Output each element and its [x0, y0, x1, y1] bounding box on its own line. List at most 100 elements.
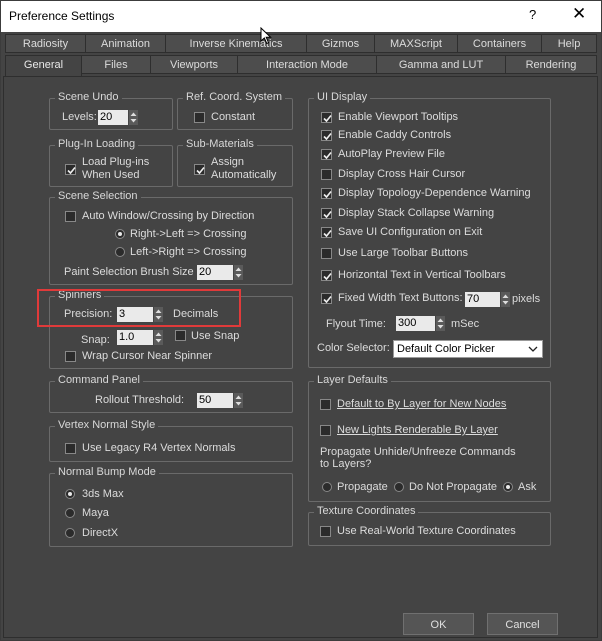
- close-button[interactable]: ✕: [572, 4, 586, 24]
- bump-3dsmax-radio[interactable]: [65, 489, 75, 499]
- ui-display-checkbox-8[interactable]: [321, 270, 332, 281]
- assign-label-2: Automatically: [211, 169, 277, 181]
- bump-directx-radio[interactable]: [65, 528, 75, 538]
- precision-field[interactable]: 3: [117, 307, 153, 322]
- tab-help[interactable]: Help: [541, 34, 597, 53]
- tab-radiosity[interactable]: Radiosity: [5, 34, 86, 53]
- ui-display-checkbox-1[interactable]: [321, 130, 332, 141]
- help-button[interactable]: ?: [529, 7, 536, 22]
- tab-animation[interactable]: Animation: [85, 34, 166, 53]
- ask-radio[interactable]: [503, 482, 513, 492]
- layer-defaults-title: Layer Defaults: [314, 374, 391, 386]
- fixed-width-field[interactable]: 70: [465, 292, 500, 307]
- flyout-time-field[interactable]: 300: [396, 316, 435, 331]
- msec-label: mSec: [451, 318, 480, 330]
- tab-interaction-mode[interactable]: Interaction Mode: [237, 55, 377, 74]
- normal-bump-title: Normal Bump Mode: [55, 466, 159, 478]
- tab-viewports[interactable]: Viewports: [150, 55, 238, 74]
- spinner-arrows-icon[interactable]: [154, 330, 163, 345]
- checkmark-icon: [323, 295, 332, 304]
- spinner-arrows-icon[interactable]: [234, 393, 243, 408]
- use-snap-label: Use Snap: [191, 330, 240, 342]
- cancel-button[interactable]: Cancel: [487, 613, 558, 635]
- default-by-layer-label: Default to By Layer for New Nodes: [337, 398, 507, 410]
- vertex-normal-title: Vertex Normal Style: [55, 419, 159, 431]
- default-by-layer-checkbox[interactable]: [320, 399, 331, 410]
- brush-size-spinner[interactable]: 20: [197, 265, 244, 280]
- levels-spinner[interactable]: 20: [98, 110, 139, 125]
- flyout-time-label: Flyout Time:: [326, 318, 386, 330]
- tab-containers[interactable]: Containers: [457, 34, 542, 53]
- color-selector-value: Default Color Picker: [397, 343, 495, 355]
- command-panel-title: Command Panel: [55, 374, 143, 386]
- bump-maya-radio[interactable]: [65, 508, 75, 518]
- legacy-normals-label: Use Legacy R4 Vertex Normals: [82, 442, 236, 454]
- decimals-label: Decimals: [173, 308, 219, 320]
- spinner-arrows-icon[interactable]: [501, 292, 510, 307]
- ui-display-label-7: Use Large Toolbar Buttons: [338, 247, 469, 259]
- legacy-normals-checkbox[interactable]: [65, 443, 76, 454]
- spinner-arrows-icon[interactable]: [129, 110, 138, 125]
- assign-label-1: Assign: [211, 156, 245, 168]
- new-lights-label: New Lights Renderable By Layer: [337, 424, 498, 436]
- tab-gamma-and-lut[interactable]: Gamma and LUT: [376, 55, 506, 74]
- ui-display-checkbox-7[interactable]: [321, 248, 332, 259]
- flyout-time-spinner[interactable]: 300: [396, 316, 446, 331]
- left-right-radio[interactable]: [115, 247, 125, 257]
- ui-display-label-8: Horizontal Text in Vertical Toolbars: [338, 269, 506, 281]
- ok-button[interactable]: OK: [403, 613, 474, 635]
- checkmark-icon: [323, 151, 332, 160]
- title-bar[interactable]: Preference Settings ? ✕: [1, 1, 601, 32]
- ask-label: Ask: [518, 481, 537, 493]
- ui-display-checkbox-0[interactable]: [321, 112, 332, 123]
- tab-maxscript[interactable]: MAXScript: [374, 34, 458, 53]
- tab-rendering[interactable]: Rendering: [505, 55, 597, 74]
- propagate-radio[interactable]: [322, 482, 332, 492]
- do-not-propagate-label: Do Not Propagate: [409, 481, 498, 493]
- bump-3dsmax-label: 3ds Max: [82, 488, 124, 500]
- wrap-cursor-checkbox[interactable]: [65, 351, 76, 362]
- spinners-title: Spinners: [55, 289, 105, 301]
- load-plugins-checkbox[interactable]: [65, 164, 76, 175]
- auto-window-crossing-checkbox[interactable]: [65, 211, 76, 222]
- right-left-label: Right->Left => Crossing: [130, 228, 247, 240]
- propagate-question-1: Propagate Unhide/Unfreeze Commands: [320, 446, 516, 458]
- color-selector-dropdown[interactable]: Default Color Picker: [393, 340, 543, 358]
- ui-display-checkbox-3[interactable]: [321, 169, 332, 180]
- real-world-coords-checkbox[interactable]: [320, 526, 331, 537]
- do-not-propagate-radio[interactable]: [394, 482, 404, 492]
- precision-spinner[interactable]: 3: [117, 307, 164, 322]
- ui-display-checkbox-4[interactable]: [321, 188, 332, 199]
- ui-display-label-1: Enable Caddy Controls: [338, 129, 452, 141]
- precision-label: Precision:: [64, 308, 113, 320]
- right-left-radio[interactable]: [115, 229, 125, 239]
- new-lights-checkbox[interactable]: [320, 425, 331, 436]
- tab-files[interactable]: Files: [81, 55, 151, 74]
- ui-display-checkbox-2[interactable]: [321, 149, 332, 160]
- assign-automatically-checkbox[interactable]: [194, 164, 205, 175]
- ref-coord-title: Ref. Coord. System: [183, 91, 285, 103]
- rollout-threshold-field[interactable]: 50: [197, 393, 233, 408]
- levels-field[interactable]: 20: [98, 110, 128, 125]
- use-snap-checkbox[interactable]: [175, 330, 186, 341]
- rollout-threshold-spinner[interactable]: 50: [197, 393, 244, 408]
- rollout-threshold-label: Rollout Threshold:: [95, 394, 185, 406]
- left-right-label: Left->Right => Crossing: [130, 246, 247, 258]
- spinner-arrows-icon[interactable]: [154, 307, 163, 322]
- constant-checkbox[interactable]: [194, 112, 205, 123]
- load-plugins-label-2: When Used: [82, 169, 140, 181]
- tab-general[interactable]: General: [5, 55, 82, 76]
- spinner-arrows-icon[interactable]: [436, 316, 445, 331]
- tab-gizmos[interactable]: Gizmos: [306, 34, 375, 53]
- ui-display-checkbox-6[interactable]: [321, 227, 332, 238]
- spinner-arrows-icon[interactable]: [234, 265, 243, 280]
- snap-spinner[interactable]: 1.0: [117, 330, 164, 345]
- brush-size-field[interactable]: 20: [197, 265, 233, 280]
- fixed-width-spinner[interactable]: 70: [465, 292, 511, 307]
- ui-display-checkbox-5[interactable]: [321, 208, 332, 219]
- ui-display-checkbox-9[interactable]: [321, 293, 332, 304]
- tab-inverse-kinematics[interactable]: Inverse Kinematics: [165, 34, 307, 53]
- snap-field[interactable]: 1.0: [117, 330, 153, 345]
- checkmark-icon: [196, 166, 205, 175]
- scene-undo-title: Scene Undo: [55, 91, 122, 103]
